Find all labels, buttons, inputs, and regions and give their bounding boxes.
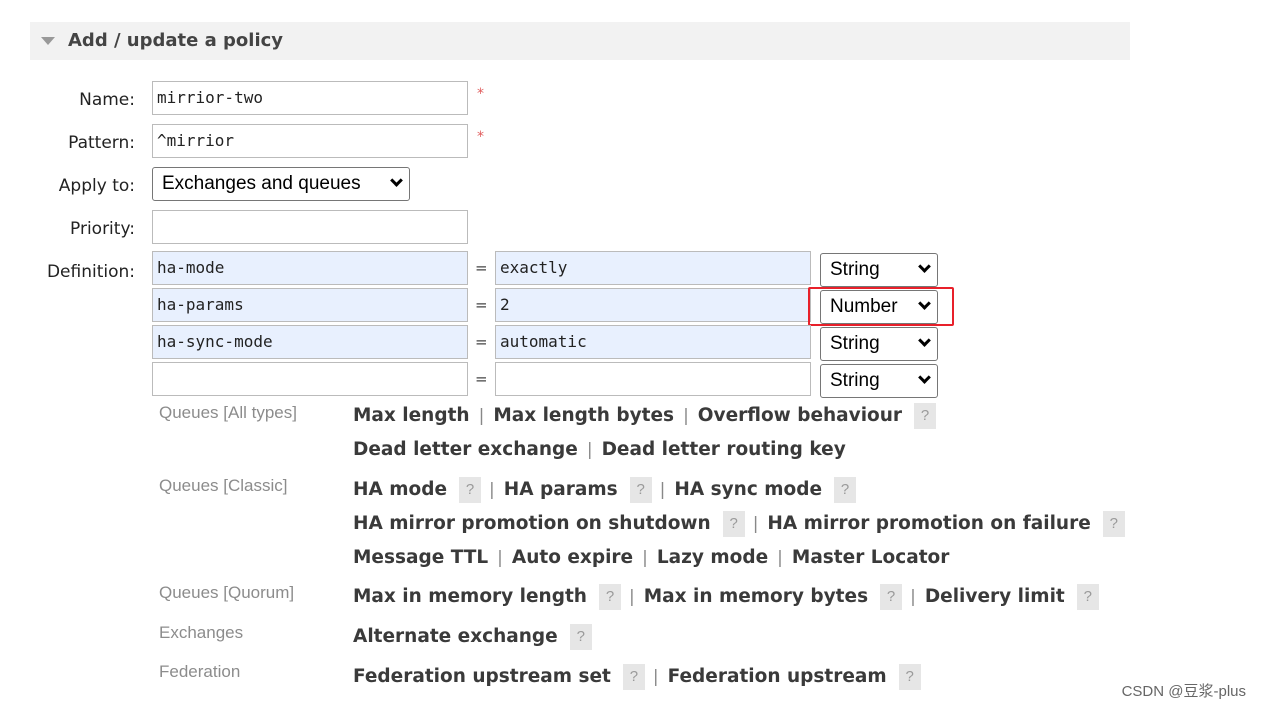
chevron-down-icon [918, 334, 931, 347]
help-icon[interactable]: ? [898, 663, 921, 690]
max-length-link[interactable]: Max length [353, 405, 470, 426]
master-locator-link[interactable]: Master Locator [792, 547, 950, 568]
ha-promotion-shutdown-link[interactable]: HA mirror promotion on shutdown [353, 513, 711, 534]
separator: | [659, 480, 666, 500]
help-icon[interactable]: ? [629, 476, 652, 503]
lazy-mode-link[interactable]: Lazy mode [657, 547, 768, 568]
ha-mode-link[interactable]: HA mode [353, 479, 447, 500]
name-label: Name: [79, 90, 135, 110]
definition-type-select[interactable]: String [820, 327, 938, 361]
definition-type-value: String [830, 333, 880, 354]
apply-to-label: Apply to: [58, 176, 135, 196]
separator: | [586, 440, 593, 460]
category-queues-all: Queues [All types] [159, 403, 297, 422]
separator: | [489, 480, 495, 500]
auto-expire-link[interactable]: Auto expire [512, 547, 633, 568]
definition-key-input[interactable]: ha-sync-mode [152, 325, 468, 359]
links-row: HA mode? | HA params? | HA sync mode? [353, 474, 857, 504]
equals-sign: = [475, 259, 488, 277]
section-title: Add / update a policy [68, 30, 284, 51]
separator: | [497, 548, 503, 568]
chevron-down-icon [390, 174, 403, 187]
links-row: Dead letter exchange | Dead letter routing… [353, 434, 846, 464]
pattern-required-mark: * [477, 129, 484, 145]
equals-sign: = [475, 370, 488, 388]
definition-type-value: String [830, 370, 880, 391]
definition-value-input[interactable] [495, 362, 811, 396]
separator: | [628, 587, 635, 607]
separator: | [777, 548, 783, 568]
definition-key-input[interactable]: ha-mode [152, 251, 468, 285]
ha-params-link[interactable]: HA params [504, 479, 618, 500]
definition-key-input[interactable] [152, 362, 468, 396]
watermark: CSDN @豆浆-plus [1121, 683, 1246, 700]
definition-label: Definition: [46, 262, 135, 282]
chevron-down-icon [918, 260, 931, 273]
message-ttl-link[interactable]: Message TTL [353, 547, 488, 568]
delivery-limit-link[interactable]: Delivery limit [925, 586, 1065, 607]
equals-sign: = [475, 296, 488, 314]
ha-sync-mode-link[interactable]: HA sync mode [674, 479, 822, 500]
category-federation: Federation [159, 662, 241, 681]
definition-type-select[interactable]: String [820, 253, 938, 287]
help-icon[interactable]: ? [598, 583, 621, 610]
dead-letter-exchange-link[interactable]: Dead letter exchange [353, 439, 578, 460]
definition-key-input[interactable]: ha-params [152, 288, 468, 322]
max-in-memory-length-link[interactable]: Max in memory length [353, 586, 587, 607]
links-row: Max in memory length? | Max in memory byte… [353, 581, 1099, 611]
equals-sign: = [475, 333, 488, 351]
help-icon[interactable]: ? [459, 476, 482, 503]
federation-upstream-link[interactable]: Federation upstream [668, 666, 887, 687]
help-icon[interactable]: ? [914, 402, 937, 429]
name-input[interactable]: mirrior-two [152, 81, 468, 115]
help-icon[interactable]: ? [622, 663, 645, 690]
category-exchanges: Exchanges [159, 623, 244, 642]
links-row: Max length | Max length bytes | Overflow beh… [353, 400, 937, 430]
highlight-box [808, 287, 954, 326]
chevron-down-icon [918, 371, 931, 384]
help-icon[interactable]: ? [569, 623, 592, 650]
category-queues-classic: Queues [Classic] [159, 476, 288, 495]
overflow-behaviour-link[interactable]: Overflow behaviour [698, 405, 902, 426]
max-length-bytes-link[interactable]: Max length bytes [493, 405, 674, 426]
definition-type-select[interactable]: String [820, 364, 938, 398]
ha-promotion-failure-link[interactable]: HA mirror promotion on failure [767, 513, 1090, 534]
section-header[interactable]: Add / update a policy [30, 22, 1130, 60]
priority-input[interactable] [152, 210, 468, 244]
max-in-memory-bytes-link[interactable]: Max in memory bytes [644, 586, 868, 607]
separator: | [478, 406, 485, 426]
separator: | [752, 514, 759, 534]
definition-value-input[interactable]: 2 [495, 288, 811, 322]
help-icon[interactable]: ? [1102, 510, 1125, 537]
definition-value-input[interactable]: automatic [495, 325, 811, 359]
apply-to-select[interactable]: Exchanges and queues [152, 167, 410, 201]
links-row: Federation upstream set? | Federation upst… [353, 661, 921, 691]
pattern-label: Pattern: [68, 133, 135, 153]
help-icon[interactable]: ? [880, 583, 903, 610]
category-queues-quorum: Queues [Quorum] [159, 583, 295, 602]
help-icon[interactable]: ? [722, 510, 745, 537]
pattern-input[interactable]: ^mirrior [152, 124, 468, 158]
alternate-exchange-link[interactable]: Alternate exchange [353, 626, 558, 647]
dead-letter-routing-key-link[interactable]: Dead letter routing key [602, 439, 846, 460]
separator: | [642, 548, 648, 568]
priority-label: Priority: [70, 219, 135, 239]
separator: | [910, 587, 916, 607]
links-row: Alternate exchange? [353, 621, 592, 651]
apply-to-value: Exchanges and queues [162, 173, 361, 194]
separator: | [683, 406, 689, 426]
separator: | [652, 667, 659, 687]
links-row: Message TTL | Auto expire | Lazy mode | Master… [353, 542, 949, 572]
help-icon[interactable]: ? [1076, 583, 1099, 610]
definition-value-input[interactable]: exactly [495, 251, 811, 285]
federation-upstream-set-link[interactable]: Federation upstream set [353, 666, 611, 687]
definition-type-value: String [830, 259, 880, 280]
collapse-triangle-icon[interactable] [41, 37, 55, 45]
help-icon[interactable]: ? [834, 476, 857, 503]
name-required-mark: * [477, 86, 484, 102]
links-row: HA mirror promotion on shutdown? | HA mirr… [353, 508, 1125, 538]
